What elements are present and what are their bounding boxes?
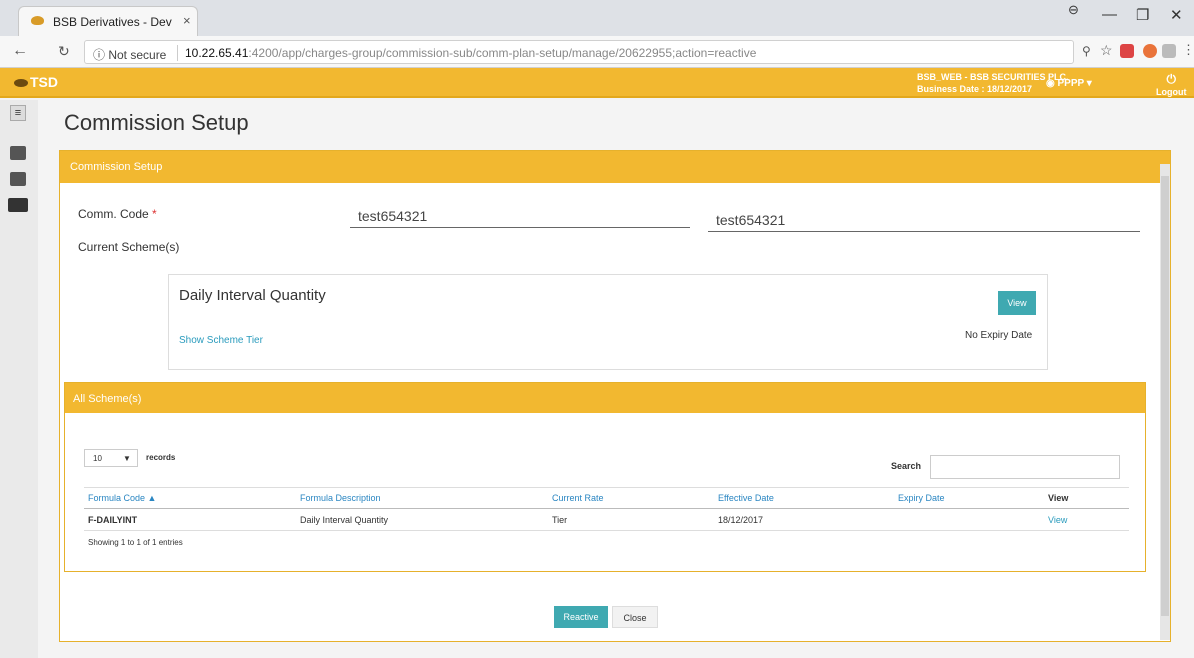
url-host: 10.22.65.41 [185,46,249,60]
panel-title: Commission Setup [70,161,163,173]
window-maximize-button[interactable]: ❐ [1136,6,1149,24]
vertical-scrollbar[interactable] [1160,164,1170,640]
column-header-effective-date[interactable]: Effective Date [714,487,894,509]
entries-summary: Showing 1 to 1 of 1 entries [88,538,183,547]
panel-header: Commission Setup [60,151,1170,183]
logout-button[interactable]: ⏻ Logout [1156,72,1187,97]
comm-code-label-text: Comm. Code [78,207,149,221]
table-header-row: Formula Code ▲ Formula Description Curre… [84,487,1129,509]
app-logo[interactable]: TSD [14,74,58,90]
comm-code-field[interactable]: test654321 [350,204,690,228]
browser-address-bar: ← ↻ ⓘ Not secure 10.22.65.41:4200/app/ch… [0,36,1194,68]
schemes-table: Formula Code ▲ Formula Description Curre… [84,487,1129,531]
omnibox-divider [177,45,178,61]
cell-current-rate: Tier [548,508,714,531]
chevron-down-icon: ▼ [123,454,131,463]
column-header-expiry-date[interactable]: Expiry Date [894,487,1044,509]
comm-code-label: Comm. Code * [78,207,157,221]
comm-code-description-field[interactable]: test654321 [708,208,1140,232]
extension-red-icon[interactable] [1120,44,1134,58]
column-header-formula-description[interactable]: Formula Description [296,487,548,509]
url-text: 10.22.65.41:4200/app/charges-group/commi… [185,46,756,60]
user-menu[interactable]: ◉ PPPP ▾ [1046,78,1092,89]
search-label: Search [891,461,922,471]
cell-formula-description: Daily Interval Quantity [296,508,548,531]
browser-menu-icon[interactable]: ⋮ [1182,42,1194,58]
all-schemes-header: All Scheme(s) [65,383,1145,413]
table-row: F-DAILYINT Daily Interval Quantity Tier … [84,508,1129,531]
side-icon-bar: ≡ [0,100,38,658]
window-close-button[interactable]: ✕ [1170,6,1183,24]
expiry-status: No Expiry Date [965,330,1033,341]
row-view-link[interactable]: View [1044,508,1129,531]
reactive-button[interactable]: Reactive [554,606,608,628]
page-size-select[interactable]: 10 ▼ [84,449,138,467]
show-scheme-tier-link[interactable]: Show Scheme Tier [179,335,263,346]
current-scheme-card: Daily Interval Quantity Show Scheme Tier… [168,274,1048,370]
cell-formula-code: F-DAILYINT [84,508,296,531]
site-favicon-icon [31,16,44,25]
tab-title: BSB Derivatives - Dev [53,15,172,29]
back-arrow-icon[interactable]: ← [12,42,28,60]
logo-swoosh-icon [14,79,28,88]
user-avatar-icon: ◉ [1046,78,1058,89]
window-minimize-button[interactable]: — [1102,6,1117,23]
open-folder-icon[interactable] [8,198,28,212]
browser-tab-strip: BSB Derivatives - Dev × ⊖ — ❐ ✕ [0,0,1194,36]
app-header: TSD BSB_WEB - BSB SECURITIES PLC. Busine… [0,68,1194,98]
app-root: BSB Derivatives - Dev × ⊖ — ❐ ✕ ← ↻ ⓘ No… [0,0,1194,658]
column-header-formula-code[interactable]: Formula Code ▲ [84,487,296,509]
page-title: Commission Setup [64,110,249,135]
all-schemes-title: All Scheme(s) [73,393,142,405]
folder-icon[interactable] [10,146,26,160]
close-button[interactable]: Close [612,606,658,628]
power-icon: ⏻ [1166,72,1177,86]
column-header-view: View [1044,487,1129,509]
current-schemes-label: Current Scheme(s) [78,240,180,254]
profile-icon[interactable]: ⊖ [1068,2,1079,18]
search-input[interactable] [930,455,1120,479]
extension-gray-icon[interactable] [1162,44,1176,58]
cell-expiry-date [894,508,1044,531]
logo-text: TSD [30,74,58,90]
cell-effective-date: 18/12/2017 [714,508,894,531]
user-name: PPPP ▾ [1057,78,1092,89]
url-path: :4200/app/charges-group/commission-sub/c… [248,46,757,60]
bookmark-star-icon[interactable]: ☆ [1100,42,1113,59]
business-date: Business Date : 18/12/2017 [917,84,1033,94]
required-marker: * [152,207,157,221]
folder-icon[interactable] [10,172,26,186]
scheme-name: Daily Interval Quantity [179,287,326,304]
records-label: records [146,453,176,462]
zoom-icon[interactable]: ⚲ [1082,44,1091,58]
extension-orange-icon[interactable] [1143,44,1157,58]
tab-close-icon[interactable]: × [183,13,191,28]
reload-icon[interactable]: ↻ [58,43,70,60]
browser-tab[interactable]: BSB Derivatives - Dev × [18,6,198,36]
url-input[interactable]: ⓘ Not secure 10.22.65.41:4200/app/charge… [84,40,1074,64]
scrollbar-thumb[interactable] [1161,176,1169,616]
hamburger-menu-icon[interactable]: ≡ [10,105,26,121]
page-size-value: 10 [93,454,102,463]
view-scheme-button[interactable]: View [998,291,1036,315]
column-header-current-rate[interactable]: Current Rate [548,487,714,509]
not-secure-indicator[interactable]: ⓘ Not secure [93,46,166,63]
logout-label: Logout [1156,87,1187,97]
